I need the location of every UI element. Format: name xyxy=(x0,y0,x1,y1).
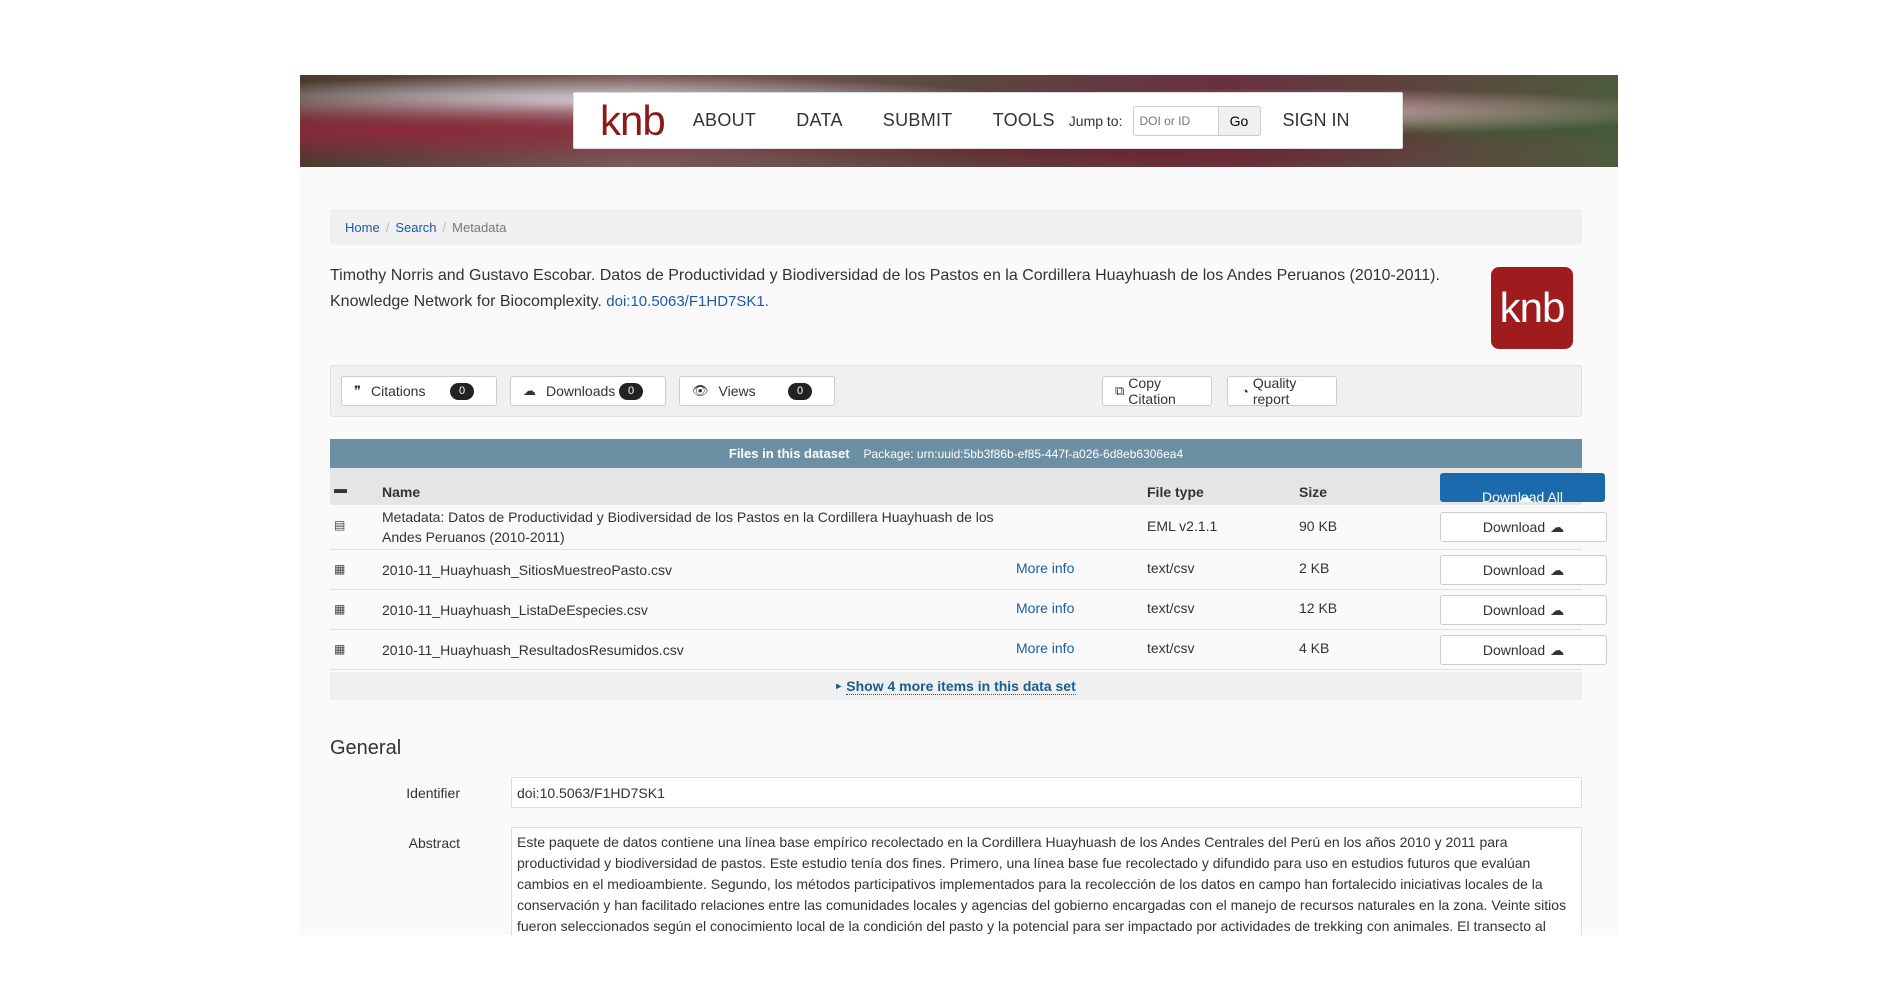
abstract-label: Abstract xyxy=(408,835,460,851)
breadcrumb-separator: / xyxy=(442,219,447,235)
copy-citation-label: Copy Citation xyxy=(1128,375,1176,407)
jump-to-label: Jump to: xyxy=(1068,112,1123,129)
downloads-label: Downloads xyxy=(546,383,616,399)
nav-tools[interactable]: TOOLS xyxy=(993,110,1055,131)
file-name: 2010-11_Huayhuash_ListaDeEspecies.csv xyxy=(382,602,648,618)
package-id: Package: urn:uuid:5bb3f86b-ef85-447f-a02… xyxy=(863,446,1184,461)
cloud-download-icon: ☁ xyxy=(1550,518,1565,535)
citations-count-badge: 0 xyxy=(450,383,474,400)
folder-icon: ▬ xyxy=(334,481,347,496)
download-button[interactable]: Download ☁ xyxy=(1440,595,1607,625)
cloud-download-icon: ☁ xyxy=(1550,641,1565,658)
download-label: Download xyxy=(1482,519,1546,535)
table-row: ▦ 2010-11_Huayhuash_ResultadosResumidos.… xyxy=(330,630,1607,670)
files-header-title: Files in this dataset xyxy=(728,446,850,461)
cloud-download-icon: ☁ xyxy=(523,383,536,398)
nav-submit[interactable]: SUBMIT xyxy=(883,110,953,131)
quality-report-label: Quality report xyxy=(1252,375,1297,407)
files-column-headers: ▬ Name File type Size Download All ☁ xyxy=(330,468,1605,505)
show-more-files[interactable]: ▸ Show 4 more items in this data set xyxy=(330,672,1582,700)
copy-icon: ⧉ xyxy=(1115,383,1125,398)
column-name-header[interactable]: Name xyxy=(382,484,420,500)
knb-logo[interactable]: knb xyxy=(600,97,666,145)
cloud-download-icon: ☁ xyxy=(1518,489,1532,505)
breadcrumb-separator: / xyxy=(385,219,390,235)
table-row: ▤ Metadata: Datos de Productividad y Bio… xyxy=(330,505,1607,550)
breadcrumb-home[interactable]: Home xyxy=(345,220,380,235)
views-count-badge: 0 xyxy=(788,383,812,400)
abstract-field: Este paquete de datos contiene una línea… xyxy=(511,827,1582,935)
file-type: EML v2.1.1 xyxy=(1147,518,1218,534)
download-button[interactable]: Download ☁ xyxy=(1440,555,1607,585)
file-name: 2010-11_Huayhuash_SitiosMuestreoPasto.cs… xyxy=(382,562,673,578)
file-type: text/csv xyxy=(1147,560,1195,576)
column-size-header[interactable]: Size xyxy=(1299,484,1327,500)
identifier-label: Identifier xyxy=(406,785,460,801)
citation-text: Timothy Norris and Gustavo Escobar. Dato… xyxy=(330,267,1440,310)
downloads-count-badge: 0 xyxy=(619,383,643,400)
general-section-title: General xyxy=(330,737,402,759)
more-info-link[interactable]: More info xyxy=(1016,560,1074,576)
citations-label: Citations xyxy=(371,383,426,399)
dashboard-icon: ◔ xyxy=(1241,383,1249,399)
cloud-download-icon: ☁ xyxy=(1550,561,1565,578)
file-name: Metadata: Datos de Productividad y Biodi… xyxy=(382,509,994,545)
eye-icon: 👁 xyxy=(692,383,709,398)
caret-right-icon: ▸ xyxy=(836,680,842,692)
files-table-header: Files in this dataset Package: urn:uuid:… xyxy=(330,439,1582,468)
repository-logo: knb xyxy=(1491,267,1573,349)
sign-in-link[interactable]: SIGN IN xyxy=(1283,110,1350,131)
file-size: 4 KB xyxy=(1299,640,1330,656)
citation-doi-link[interactable]: doi:10.5063/F1HD7SK1. xyxy=(606,293,769,310)
main-nav: knb ABOUT DATA SUBMIT TOOLS Jump to: Go … xyxy=(573,92,1403,149)
metrics-bar: ❞ Citations 0 ☁ Downloads 0 👁 Views 0 ⧉ … xyxy=(330,365,1582,417)
quality-report-button[interactable]: ◔ Quality report xyxy=(1227,375,1337,407)
table-row: ▦ 2010-11_Huayhuash_SitiosMuestreoPasto.… xyxy=(330,550,1607,590)
file-size: 12 KB xyxy=(1299,600,1338,616)
download-label: Download xyxy=(1482,642,1546,658)
views-button[interactable]: 👁 Views 0 xyxy=(679,376,835,406)
identifier-field: doi:10.5063/F1HD7SK1 xyxy=(511,777,1582,808)
download-button[interactable]: Download ☁ xyxy=(1440,635,1607,665)
nav-data[interactable]: DATA xyxy=(796,110,843,131)
download-all-button[interactable]: Download All ☁ xyxy=(1440,473,1605,505)
breadcrumb: Home / Search / Metadata xyxy=(330,209,1582,245)
column-filetype-header[interactable]: File type xyxy=(1147,484,1204,500)
file-name: 2010-11_Huayhuash_ResultadosResumidos.cs… xyxy=(382,642,684,658)
file-size: 2 KB xyxy=(1299,560,1330,576)
download-button[interactable]: Download ☁ xyxy=(1440,512,1607,542)
more-info-link[interactable]: More info xyxy=(1016,600,1074,616)
table-row: ▦ 2010-11_Huayhuash_ListaDeEspecies.csv … xyxy=(330,590,1607,630)
nav-about[interactable]: ABOUT xyxy=(693,110,757,131)
views-label: Views xyxy=(718,383,756,399)
breadcrumb-current: Metadata xyxy=(452,219,507,235)
file-type: text/csv xyxy=(1147,640,1195,656)
header-banner: knb ABOUT DATA SUBMIT TOOLS Jump to: Go … xyxy=(300,75,1618,167)
table-icon: ▦ xyxy=(334,642,346,656)
dataset-citation: Timothy Norris and Gustavo Escobar. Dato… xyxy=(330,263,1440,315)
table-icon: ▦ xyxy=(334,602,346,616)
more-info-link[interactable]: More info xyxy=(1016,640,1074,656)
document-icon: ▤ xyxy=(334,518,346,532)
copy-citation-button[interactable]: ⧉ Copy Citation xyxy=(1102,375,1212,407)
breadcrumb-search[interactable]: Search xyxy=(395,220,436,235)
citations-button[interactable]: ❞ Citations 0 xyxy=(341,376,497,406)
download-label: Download xyxy=(1482,562,1546,578)
quote-icon: ❞ xyxy=(354,383,361,398)
downloads-button[interactable]: ☁ Downloads 0 xyxy=(510,376,666,406)
page-frame: knb ABOUT DATA SUBMIT TOOLS Jump to: Go … xyxy=(300,75,1618,935)
file-type: text/csv xyxy=(1147,600,1195,616)
go-button[interactable]: Go xyxy=(1218,105,1261,136)
download-label: Download xyxy=(1482,602,1546,618)
table-icon: ▦ xyxy=(334,562,346,576)
show-more-link[interactable]: Show 4 more items in this data set xyxy=(846,678,1076,695)
doi-search-input[interactable] xyxy=(1132,105,1219,136)
cloud-download-icon: ☁ xyxy=(1550,601,1565,618)
file-size: 90 KB xyxy=(1299,518,1338,534)
